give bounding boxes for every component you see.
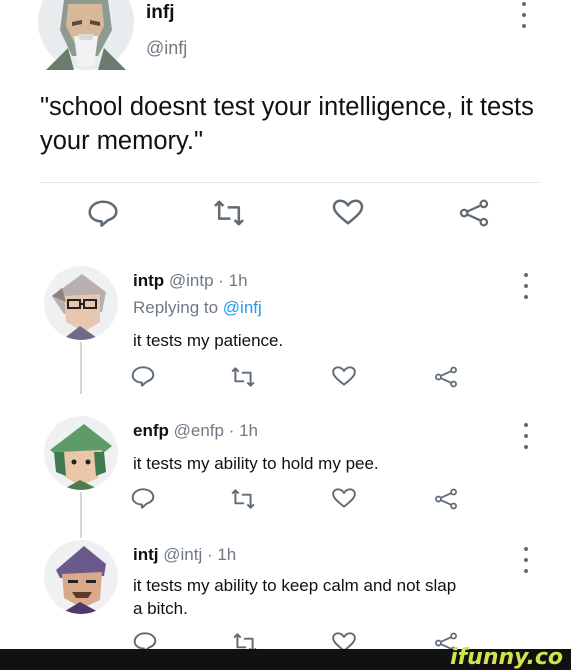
author-handle[interactable]: @infj	[146, 38, 187, 59]
heart-icon[interactable]	[331, 365, 357, 387]
more-vertical-icon[interactable]	[521, 423, 531, 449]
more-vertical-icon[interactable]	[519, 2, 529, 28]
reply-header-enfp: enfp @enfp · 1h	[133, 421, 258, 441]
share-icon[interactable]	[433, 366, 459, 388]
replying-to-handle[interactable]: @infj	[223, 298, 262, 317]
thread-line	[80, 342, 82, 394]
heart-icon[interactable]	[331, 487, 357, 509]
share-icon[interactable]	[433, 488, 459, 510]
comment-bubble-icon[interactable]	[130, 487, 156, 509]
comment-bubble-icon[interactable]	[86, 199, 120, 227]
watermark-logo: ifunny.co	[450, 645, 563, 670]
reply-handle[interactable]: @intp	[169, 271, 214, 290]
reply-text-line-1: it tests my ability to keep calm and not…	[133, 576, 457, 595]
reply-text: it tests my patience.	[133, 331, 284, 350]
reply-handle[interactable]: @enfp	[174, 421, 224, 440]
divider	[40, 182, 540, 183]
reply-time: · 1h	[218, 271, 248, 290]
retweet-icon[interactable]	[230, 366, 256, 388]
author-name[interactable]: infj	[146, 2, 175, 24]
reply-header-intp: intp @intp · 1h	[133, 271, 248, 291]
share-icon[interactable]	[457, 199, 491, 227]
reply-avatar-intp[interactable]	[44, 266, 118, 340]
more-vertical-icon[interactable]	[521, 273, 531, 299]
reply-name[interactable]: intj	[133, 545, 159, 564]
retweet-icon[interactable]	[212, 199, 246, 227]
reply-name[interactable]: enfp	[133, 421, 169, 440]
heart-icon[interactable]	[331, 198, 365, 226]
reply-header-intj: intj @intj · 1h	[133, 545, 236, 565]
more-vertical-icon[interactable]	[521, 547, 531, 573]
main-avatar[interactable]	[38, 0, 134, 70]
reply-avatar-intj[interactable]	[44, 540, 118, 614]
comment-bubble-icon[interactable]	[130, 365, 156, 387]
replying-to: Replying to @infj	[133, 298, 262, 318]
reply-text: it tests my ability to hold my pee.	[133, 454, 379, 473]
replying-to-label: Replying to	[133, 298, 219, 317]
thread-line	[80, 492, 82, 538]
reply-name[interactable]: intp	[133, 271, 164, 290]
reply-text-line-2: a bitch.	[133, 599, 188, 618]
retweet-icon[interactable]	[230, 488, 256, 510]
reply-time: · 1h	[206, 545, 237, 564]
reply-avatar-enfp[interactable]	[44, 416, 118, 490]
reply-time: · 1h	[228, 421, 259, 440]
post-text: "school doesnt test your intelligence, i…	[40, 93, 534, 155]
reply-handle[interactable]: @intj	[163, 545, 202, 564]
